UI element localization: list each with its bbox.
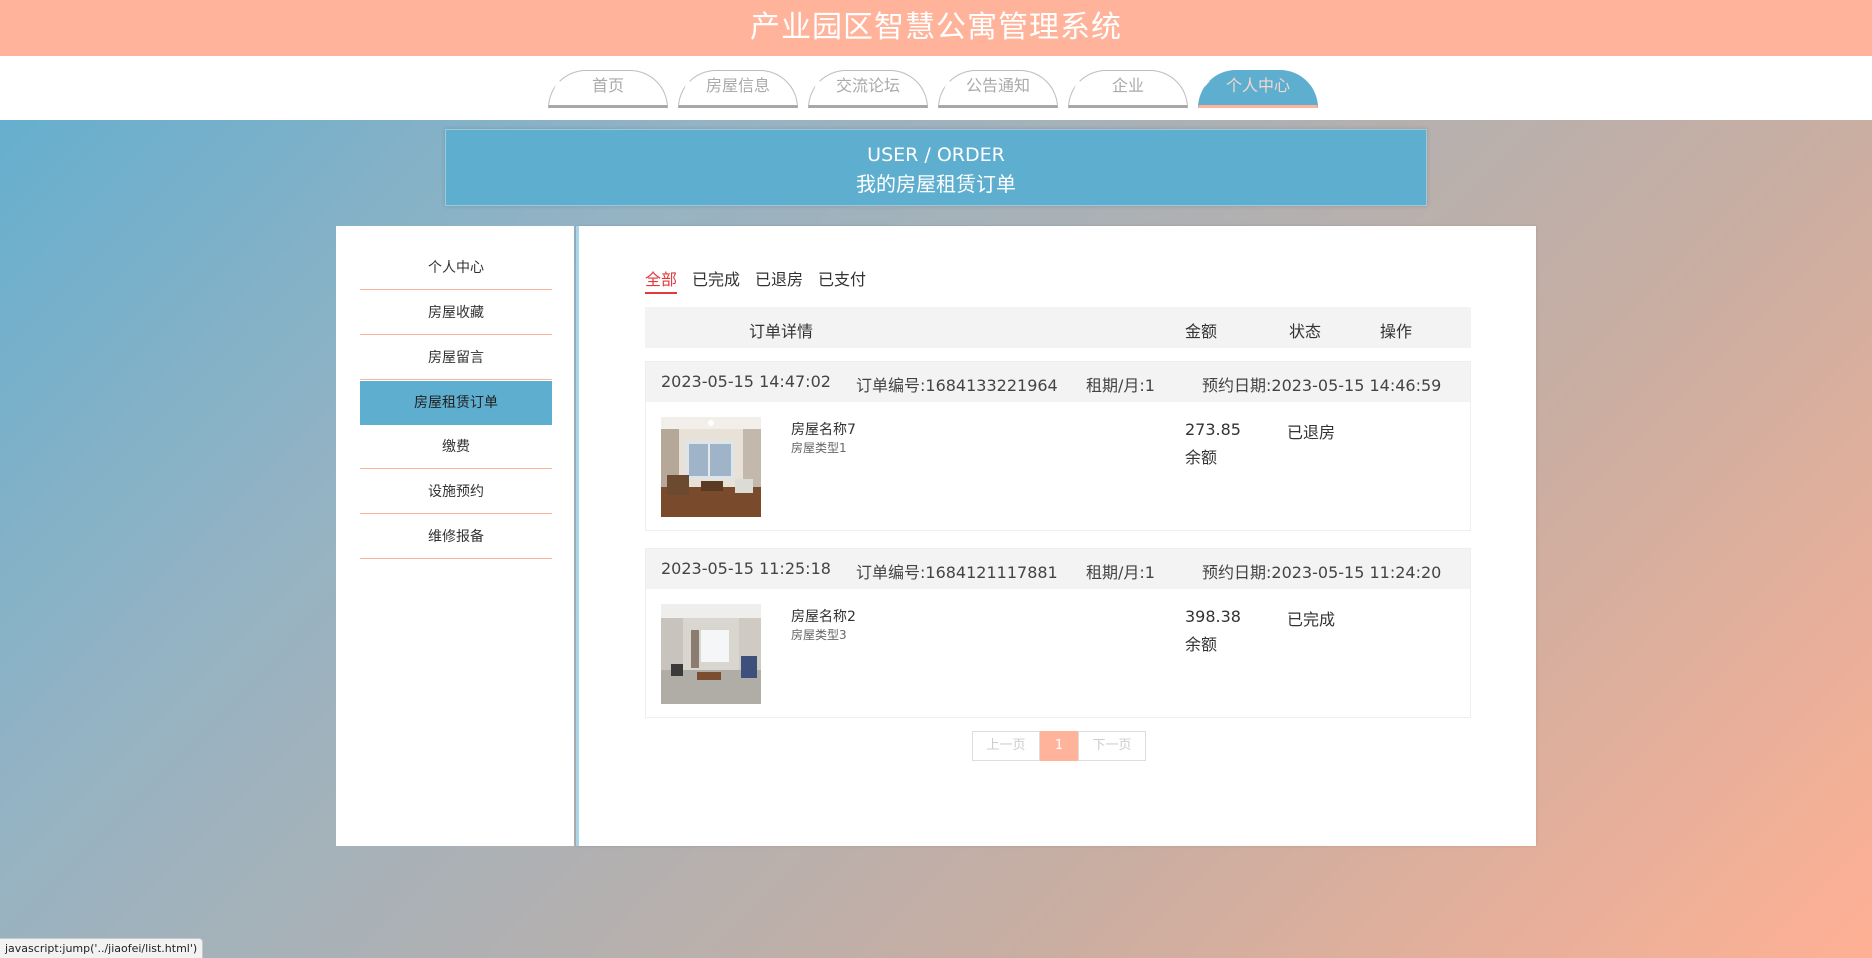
tab-forum[interactable]: 交流论坛 (808, 70, 928, 108)
tab-enterprise[interactable]: 企业 (1068, 70, 1188, 108)
order-amount: 273.85 (1185, 420, 1241, 439)
banner-cn-title: 我的房屋租赁订单 (856, 172, 1016, 196)
order-card: 2023-05-15 14:47:02 订单编号:1684133221964 租… (645, 361, 1471, 531)
order-header: 2023-05-15 11:25:18 订单编号:1684121117881 租… (646, 549, 1470, 589)
order-number: 订单编号:1684133221964 (856, 376, 1058, 395)
tab-house-info[interactable]: 房屋信息 (678, 70, 798, 108)
order-reserve-date: 预约日期:2023-05-15 14:46:59 (1202, 376, 1442, 395)
house-thumbnail[interactable] (661, 417, 761, 517)
order-status: 已完成 (1287, 610, 1336, 629)
site-title: 产业园区智慧公寓管理系统 (0, 0, 1872, 56)
sidebar-item-messages[interactable]: 房屋留言 (360, 336, 552, 380)
order-card: 2023-05-15 11:25:18 订单编号:1684121117881 租… (645, 548, 1471, 718)
house-type: 房屋类型1 (791, 441, 847, 455)
prev-page-button[interactable]: 上一页 (972, 731, 1040, 761)
filter-all[interactable]: 全部 (645, 266, 678, 294)
filter-checked-out[interactable]: 已退房 (755, 266, 803, 294)
order-term: 租期/月:1 (1086, 563, 1155, 582)
order-reserve-date: 预约日期:2023-05-15 11:24:20 (1202, 563, 1442, 582)
main-nav: 首页 房屋信息 交流论坛 公告通知 企业 个人中心 (0, 56, 1872, 120)
order-amount: 398.38 (1185, 607, 1241, 626)
sidebar-item-personal-center[interactable]: 个人中心 (360, 246, 552, 290)
sidebar-item-rental-orders[interactable]: 房屋租赁订单 (360, 381, 552, 425)
filter-completed[interactable]: 已完成 (692, 266, 740, 294)
sidebar-item-facility-booking[interactable]: 设施预约 (360, 470, 552, 514)
house-type: 房屋类型3 (791, 628, 847, 642)
house-thumbnail[interactable] (661, 604, 761, 704)
order-number: 订单编号:1684121117881 (856, 563, 1058, 582)
filter-paid[interactable]: 已支付 (818, 266, 866, 294)
order-panel: 全部 已完成 已退房 已支付 订单详情 金额 状态 操作 2023-05-15 … (576, 226, 1536, 846)
header-action: 操作 (1380, 322, 1413, 341)
header-amount: 金额 (1185, 322, 1218, 341)
sidebar-item-repair-report[interactable]: 维修报备 (360, 515, 552, 559)
page-banner: USER / ORDER 我的房屋租赁订单 (445, 129, 1427, 206)
order-status: 已退房 (1287, 423, 1336, 442)
next-page-button[interactable]: 下一页 (1078, 731, 1146, 761)
payment-method: 余额 (1185, 635, 1218, 654)
order-term: 租期/月:1 (1086, 376, 1155, 395)
house-name[interactable]: 房屋名称2 (791, 606, 856, 626)
header-status: 状态 (1289, 322, 1322, 341)
sidebar-item-favorites[interactable]: 房屋收藏 (360, 291, 552, 335)
tab-home[interactable]: 首页 (548, 70, 668, 108)
header-detail: 订单详情 (749, 322, 814, 341)
order-time: 2023-05-15 14:47:02 (661, 372, 831, 391)
nav-tabs: 首页 房屋信息 交流论坛 公告通知 企业 个人中心 (548, 70, 1328, 108)
pagination: 上一页 1 下一页 (972, 731, 1146, 761)
current-page-button[interactable]: 1 (1040, 731, 1078, 761)
payment-method: 余额 (1185, 448, 1218, 467)
tab-notice[interactable]: 公告通知 (938, 70, 1058, 108)
order-header: 2023-05-15 14:47:02 订单编号:1684133221964 租… (646, 362, 1470, 402)
order-filters: 全部 已完成 已退房 已支付 (645, 266, 881, 294)
table-header: 订单详情 金额 状态 操作 (645, 307, 1471, 348)
banner-en-title: USER / ORDER (867, 144, 1005, 166)
sidebar-item-payment[interactable]: 缴费 (360, 425, 552, 469)
browser-status-bar: javascript:jump('../jiaofei/list.html') (0, 938, 204, 958)
tab-personal-center[interactable]: 个人中心 (1198, 70, 1318, 108)
sidebar: 个人中心 房屋收藏 房屋留言 房屋租赁订单 缴费 设施预约 维修报备 (336, 226, 574, 846)
order-time: 2023-05-15 11:25:18 (661, 559, 831, 578)
house-name[interactable]: 房屋名称7 (791, 419, 856, 439)
